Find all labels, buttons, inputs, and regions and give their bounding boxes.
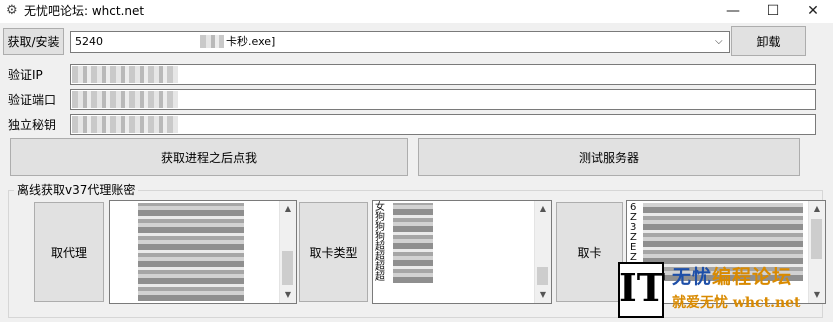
proxy-list[interactable]: ▲ ▼ <box>109 200 297 304</box>
minimize-button[interactable]: — <box>713 0 753 23</box>
watermark-logo: IT <box>618 265 666 310</box>
watermark-subtitle: 就爱无忧 whct.net <box>672 295 801 311</box>
proxy-list-scrollbar[interactable]: ▲ ▼ <box>279 201 296 303</box>
test-server-button[interactable]: 测试服务器 <box>418 138 800 176</box>
get-install-button[interactable]: 获取/安装 <box>3 28 64 55</box>
offline-group-title: 离线获取v37代理账密 <box>14 183 139 197</box>
verify-ip-label: 验证IP <box>8 68 43 82</box>
card-type-list-text: 女 狗 狗 狗 超 超 超 超 <box>375 202 385 283</box>
secret-key-field[interactable] <box>70 114 816 135</box>
get-card-type-button[interactable]: 取卡类型 <box>299 202 368 302</box>
scroll-up-icon[interactable]: ▲ <box>280 201 296 217</box>
watermark-title-part1: 无忧 <box>672 266 713 288</box>
card-type-list-scrollbar[interactable]: ▲ ▼ <box>534 201 551 303</box>
redacted-block <box>72 66 178 83</box>
gear-icon: ⚙ <box>6 3 18 18</box>
window-title: 无忧吧论坛: whct.net <box>24 4 145 18</box>
scroll-up-icon[interactable]: ▲ <box>809 201 825 217</box>
scroll-thumb[interactable] <box>282 251 293 285</box>
get-proxy-button[interactable]: 取代理 <box>34 202 104 302</box>
get-process-button[interactable]: 获取进程之后点我 <box>10 138 408 176</box>
process-combo-pid: 5240 <box>75 35 103 48</box>
card-list-scrollbar[interactable]: ▲ ▼ <box>808 201 825 303</box>
scroll-thumb[interactable] <box>537 267 548 285</box>
uninstall-button[interactable]: 卸载 <box>731 26 806 56</box>
redacted-block <box>72 116 178 133</box>
verify-port-field[interactable] <box>70 89 816 110</box>
redacted-block <box>393 203 433 283</box>
scroll-up-icon[interactable]: ▲ <box>535 201 551 217</box>
watermark-title-part2: 编程论坛 <box>712 266 793 288</box>
process-combo-name: 卡秒.exe] <box>226 35 276 48</box>
close-button[interactable]: ✕ <box>793 0 833 23</box>
verify-port-label: 验证端口 <box>8 93 57 107</box>
secret-key-label: 独立秘钥 <box>8 118 57 132</box>
redacted-block <box>72 91 178 108</box>
scroll-down-icon[interactable]: ▼ <box>280 287 296 303</box>
verify-ip-field[interactable] <box>70 64 816 85</box>
redacted-block <box>138 203 244 301</box>
process-combo[interactable]: 5240 <box>70 31 730 53</box>
card-type-list[interactable]: 女 狗 狗 狗 超 超 超 超 ▲ ▼ <box>372 200 552 304</box>
redacted-block <box>200 35 224 48</box>
maximize-button[interactable]: ☐ <box>753 0 793 23</box>
watermark-title: 无忧编程论坛 <box>672 262 792 289</box>
get-card-button[interactable]: 取卡 <box>556 202 623 302</box>
scroll-down-icon[interactable]: ▼ <box>535 287 551 303</box>
scroll-down-icon[interactable]: ▼ <box>809 287 825 303</box>
scroll-thumb[interactable] <box>811 219 822 259</box>
